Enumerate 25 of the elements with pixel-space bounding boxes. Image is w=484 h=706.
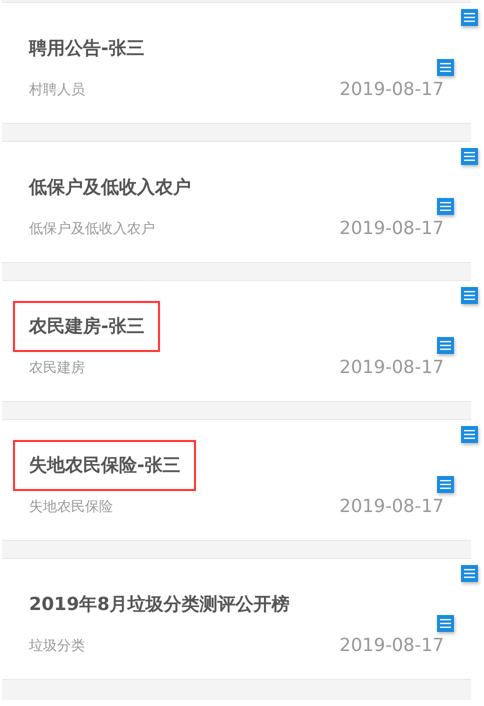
card-title: 失地农民保险-张三 <box>13 440 196 492</box>
menu-icon[interactable] <box>437 337 454 354</box>
category-label: 失地农民保险 <box>29 498 113 517</box>
card-title: 聘用公告-张三 <box>28 37 146 61</box>
menu-icon[interactable] <box>461 287 478 304</box>
category-label: 农民建房 <box>29 359 85 378</box>
category-label: 村聘人员 <box>29 81 85 100</box>
date-label: 2019-08-17 <box>339 78 444 102</box>
menu-icon[interactable] <box>437 59 454 76</box>
card-title: 2019年8月垃圾分类测评公开榜 <box>28 593 291 617</box>
date-label: 2019-08-17 <box>339 634 444 658</box>
category-label: 低保户及低收入农户 <box>29 220 155 239</box>
menu-icon[interactable] <box>461 426 478 443</box>
menu-icon[interactable] <box>437 615 454 632</box>
menu-icon[interactable] <box>461 148 478 165</box>
card-title: 农民建房-张三 <box>13 301 160 352</box>
menu-icon[interactable] <box>437 476 454 493</box>
date-label: 2019-08-17 <box>339 217 444 241</box>
menu-icon[interactable] <box>461 565 478 582</box>
date-label: 2019-08-17 <box>339 356 444 380</box>
menu-icon[interactable] <box>461 9 478 26</box>
menu-icon[interactable] <box>437 198 454 215</box>
date-label: 2019-08-17 <box>339 495 444 519</box>
card-title: 低保户及低收入农户 <box>28 176 192 200</box>
category-label: 垃圾分类 <box>29 637 85 656</box>
